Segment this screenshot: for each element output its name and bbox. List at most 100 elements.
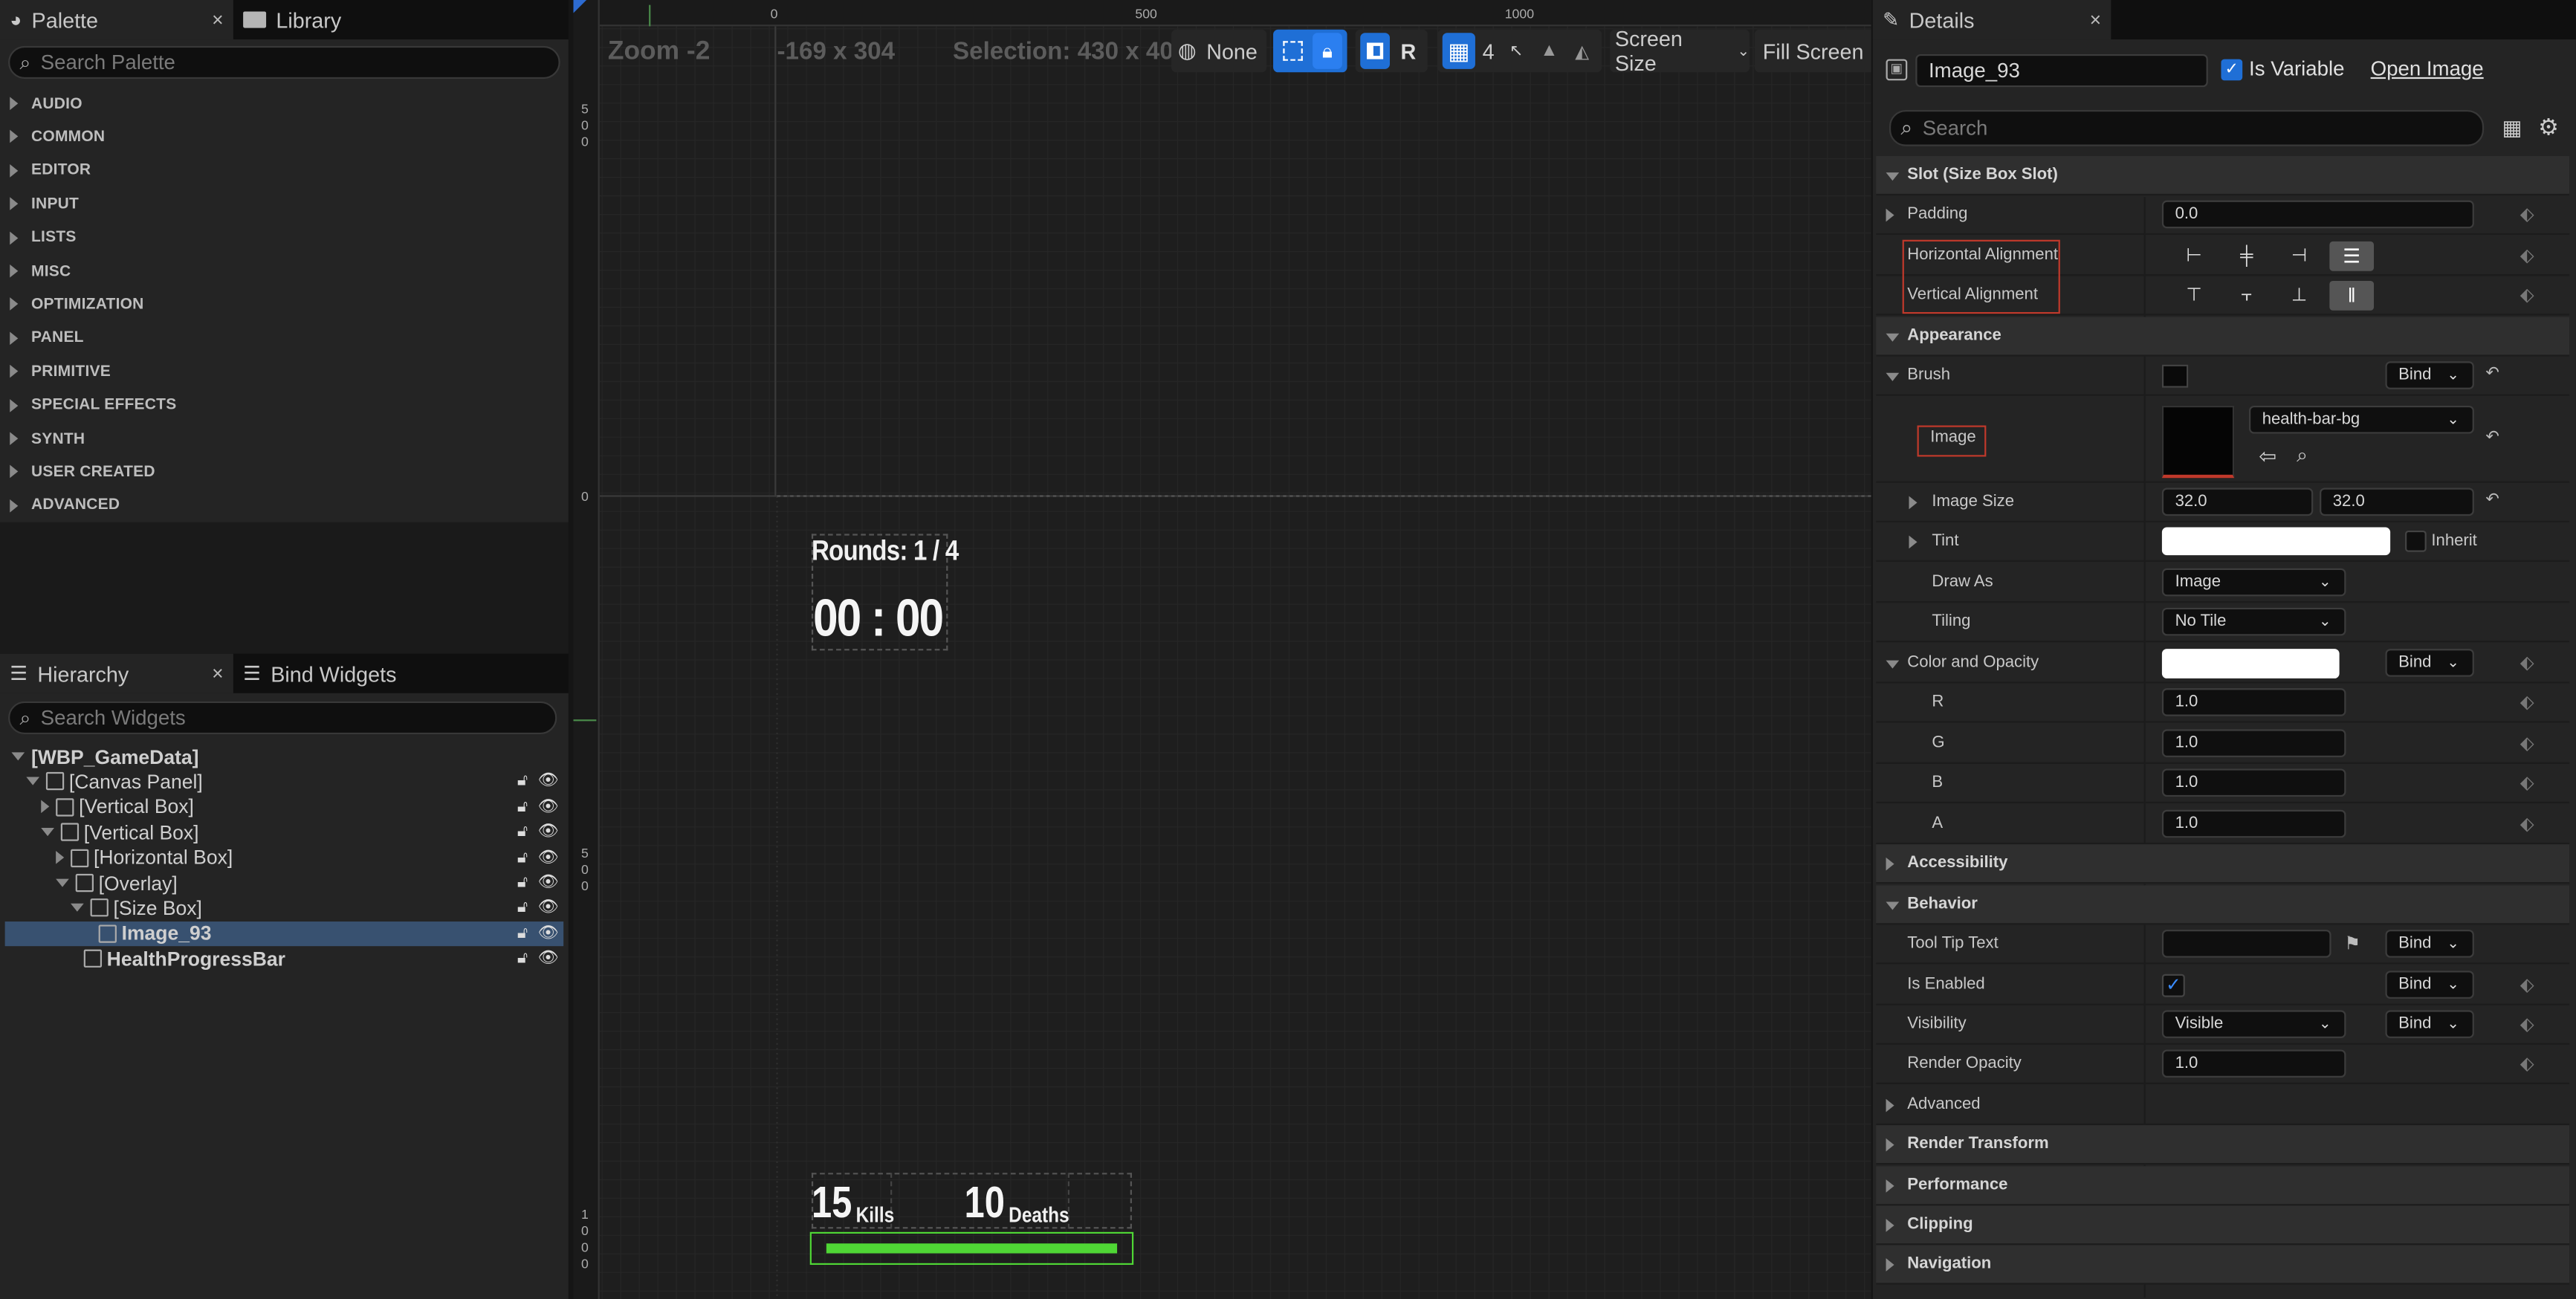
section-behavior[interactable]: Behavior — [1876, 885, 2570, 925]
enabled-bind-dropdown[interactable]: Bind ⌄ — [2385, 971, 2474, 999]
palette-category-user-created[interactable]: USER CREATED — [0, 456, 567, 488]
palette-category-misc[interactable]: MISC — [0, 255, 567, 288]
inherit-checkbox[interactable] — [2405, 530, 2427, 552]
tiling-dropdown[interactable]: No Tile ⌄ — [2161, 607, 2346, 636]
hierarchy-item[interactable]: Image_93 🔓︎ 👁︎ — [4, 921, 564, 946]
palette-category-lists[interactable]: LISTS — [0, 221, 567, 254]
r-field[interactable]: 1.0 — [2161, 688, 2346, 716]
expand-arrow-icon[interactable] — [26, 777, 40, 786]
eye-icon[interactable]: 👁︎ — [537, 773, 558, 791]
a-field[interactable]: 1.0 — [2161, 809, 2346, 838]
tab-bind-widgets[interactable]: ☰ Bind Widgets — [233, 654, 480, 693]
gear-icon[interactable]: ⚙ — [2538, 114, 2559, 142]
close-icon[interactable]: × — [2067, 8, 2102, 31]
browse-asset-icon[interactable]: ⌕ — [2297, 444, 2308, 468]
is-enabled-checkbox[interactable]: ✓ — [2161, 974, 2185, 997]
flag-icon[interactable]: ⚑ — [2344, 933, 2360, 955]
use-selected-asset-icon[interactable]: ⇦ — [2259, 444, 2276, 470]
bind-pin-icon[interactable]: ⬖ — [2520, 652, 2537, 674]
hierarchy-search-input[interactable] — [40, 706, 523, 730]
expand-arrow-icon[interactable] — [56, 878, 69, 887]
tab-hierarchy[interactable]: ☰ Hierarchy × — [0, 653, 233, 693]
bind-pin-icon[interactable]: ⬖ — [2520, 772, 2537, 794]
align-right-icon[interactable]: ⊣ — [2277, 242, 2322, 271]
palette-category-input[interactable]: INPUT — [0, 187, 567, 220]
deaths-value[interactable]: 10 — [965, 1178, 1005, 1229]
expand-arrow-icon[interactable] — [56, 851, 65, 864]
kills-value[interactable]: 15 — [812, 1178, 852, 1229]
tab-library[interactable]: Library — [233, 0, 463, 39]
bind-pin-icon[interactable]: ⬖ — [2520, 692, 2537, 713]
timer-text[interactable]: 00 : 00 — [813, 588, 944, 649]
eye-icon[interactable]: 👁︎ — [537, 950, 558, 968]
color-opacity-swatch[interactable] — [2161, 649, 2340, 678]
palette-search-box[interactable]: ⌕ — [8, 45, 560, 80]
palette-category-editor[interactable]: EDITOR — [0, 154, 567, 187]
visibility-bind-dropdown[interactable]: Bind ⌄ — [2385, 1010, 2474, 1038]
unlock-icon[interactable]: 🔓︎ — [517, 798, 528, 816]
brush-swatch[interactable] — [2161, 364, 2189, 388]
deaths-label[interactable]: Deaths — [1009, 1202, 1069, 1227]
bind-pin-icon[interactable]: ⬖ — [2520, 733, 2537, 754]
eye-icon[interactable]: 👁︎ — [537, 798, 558, 816]
expand-arrow-icon[interactable] — [41, 800, 50, 814]
close-icon[interactable]: × — [189, 8, 224, 31]
palette-category-synth[interactable]: SYNTH — [0, 422, 567, 455]
palette-search-input[interactable] — [40, 51, 526, 74]
hierarchy-item[interactable]: [Horizontal Box] 🔓︎ 👁︎ — [5, 845, 564, 869]
align-middle-icon[interactable]: ⫟ — [2224, 281, 2269, 311]
bind-pin-icon[interactable]: ⬖ — [2520, 204, 2537, 225]
unlock-icon[interactable]: 🔓︎ — [517, 899, 528, 917]
align-fill-vertical-icon[interactable]: ‖ — [2329, 280, 2375, 311]
unlock-icon[interactable]: 🔓︎ — [517, 924, 528, 942]
is-variable-checkbox[interactable]: ✓ — [2221, 59, 2243, 81]
expand-arrow-icon[interactable] — [71, 904, 84, 913]
tooltip-field[interactable] — [2161, 930, 2331, 958]
expand-arrow-icon[interactable] — [41, 828, 54, 837]
image-icon[interactable]: ▲ — [1535, 33, 1564, 69]
b-field[interactable]: 1.0 — [2161, 768, 2346, 797]
bind-pin-icon[interactable]: ⬖ — [2520, 1053, 2537, 1075]
section-clipping[interactable]: Clipping — [1876, 1205, 2570, 1245]
render-opacity-field[interactable]: 1.0 — [2161, 1049, 2346, 1078]
dashed-select-icon[interactable] — [1278, 33, 1308, 69]
grid-snap-value[interactable]: 4 — [1478, 39, 1498, 63]
palette-category-advanced[interactable]: ADVANCED — [0, 489, 567, 522]
designer-viewport[interactable]: 0 500 1000 500 0 500 1000 Zoom -2 -169 x… — [573, 0, 1871, 1299]
kills-label[interactable]: Kills — [856, 1202, 895, 1227]
details-search-box[interactable]: ⌕ — [1889, 110, 2485, 146]
health-progress-bar[interactable] — [826, 1243, 1118, 1254]
hierarchy-item[interactable]: [Canvas Panel] 🔓︎ 👁︎ — [5, 769, 564, 794]
section-accessibility[interactable]: Accessibility — [1876, 844, 2570, 884]
bind-pin-icon[interactable]: ⬖ — [2520, 1014, 2537, 1035]
rounds-text[interactable]: Rounds: 1 / 4 — [812, 536, 959, 568]
unlock-icon[interactable]: 🔓︎ — [517, 773, 528, 791]
section-render-transform[interactable]: Render Transform — [1876, 1125, 2570, 1165]
unlock-icon[interactable]: 🔓︎ — [517, 849, 528, 866]
eye-icon[interactable]: 👁︎ — [537, 924, 558, 942]
visibility-dropdown[interactable]: Visible ⌄ — [2161, 1010, 2346, 1038]
section-slot[interactable]: Slot (Size Box Slot) — [1876, 155, 2570, 196]
color-bind-dropdown[interactable]: Bind ⌄ — [2385, 649, 2474, 677]
close-icon[interactable]: × — [189, 662, 224, 685]
image-size-y-field[interactable]: 32.0 — [2320, 487, 2474, 516]
eye-icon[interactable]: 👁︎ — [537, 874, 558, 892]
screen-size-dropdown[interactable]: Screen Size ⌄ — [1610, 26, 1750, 76]
tint-color-swatch[interactable] — [2161, 527, 2391, 556]
reset-arrow-icon[interactable]: ↶ — [2485, 365, 2499, 383]
hierarchy-item[interactable]: [Vertical Box] 🔓︎ 👁︎ — [5, 820, 564, 844]
row-advanced[interactable]: Advanced — [1876, 1086, 2570, 1126]
image-asset-dropdown[interactable]: health-bar-bg ⌄ — [2249, 405, 2474, 434]
image-size-x-field[interactable]: 32.0 — [2161, 487, 2314, 516]
align-left-icon[interactable]: ⊢ — [2172, 242, 2216, 271]
eye-icon[interactable]: 👁︎ — [537, 899, 558, 917]
brush-bind-dropdown[interactable]: Bind ⌄ — [2385, 361, 2474, 389]
hierarchy-item[interactable]: [Size Box] 🔓︎ 👁︎ — [5, 896, 564, 921]
image-thumbnail[interactable] — [2161, 405, 2235, 479]
fill-screen-dropdown[interactable]: Fill Screen — [1754, 29, 1871, 73]
align-center-icon[interactable]: ╪ — [2224, 242, 2269, 271]
unlock-icon[interactable]: 🔓︎ — [517, 950, 528, 968]
align-top-icon[interactable]: ⊤ — [2172, 281, 2216, 311]
palette-category-audio[interactable]: AUDIO — [0, 87, 567, 120]
eye-icon[interactable]: 👁︎ — [537, 849, 558, 866]
